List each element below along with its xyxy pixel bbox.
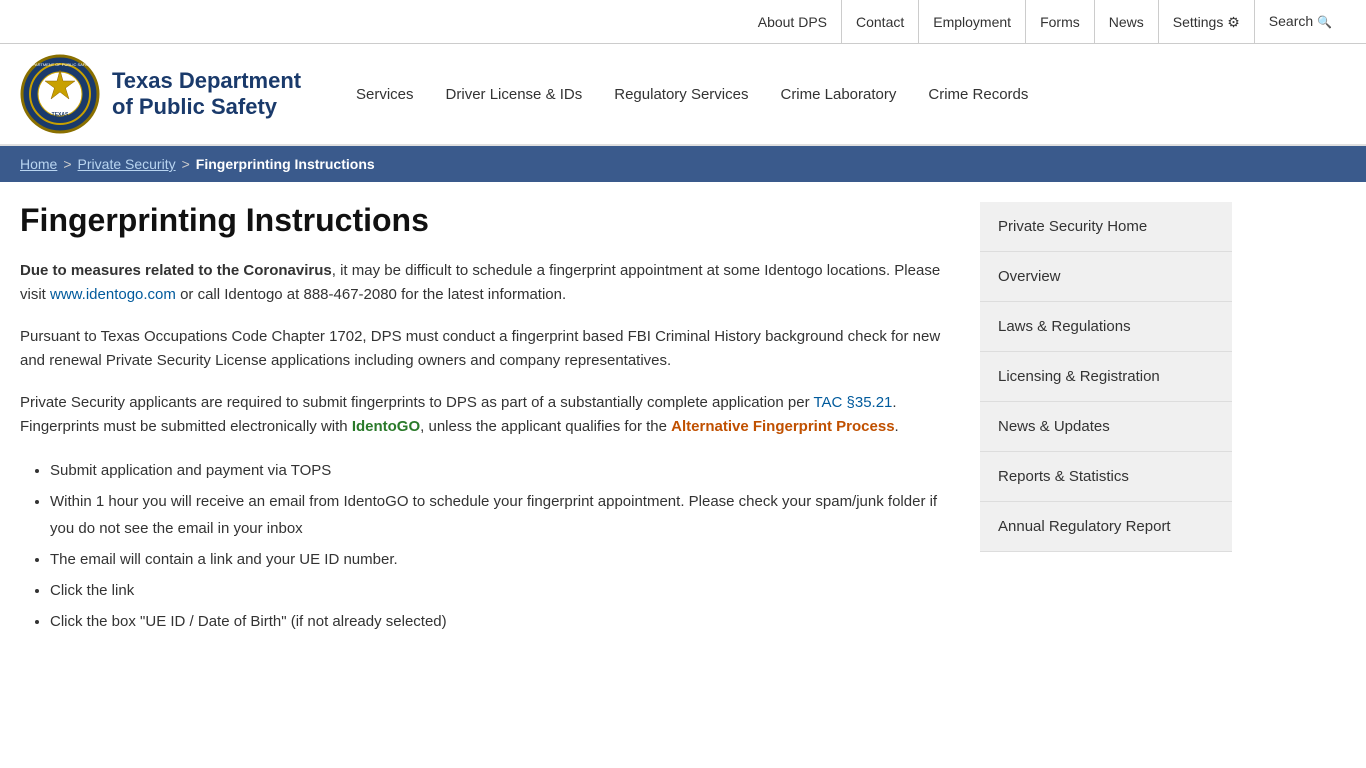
settings-label: Settings [1173,14,1224,30]
nav-crime-laboratory[interactable]: Crime Laboratory [764,76,912,113]
paragraph-3: Private Security applicants are required… [20,391,950,439]
para3-after: , unless the applicant qualifies for the [420,418,671,435]
employment-link[interactable]: Employment [919,0,1026,44]
svg-text:TEXAS: TEXAS [52,112,69,118]
list-item: Submit application and payment via TOPS [50,457,950,484]
list-item: The email will contain a link and your U… [50,546,950,573]
sidebar: Private Security Home Overview Laws & Re… [980,202,1232,639]
nav-driver-license[interactable]: Driver License & IDs [430,76,599,113]
top-bar: About DPS Contact Employment Forms News … [0,0,1366,44]
news-link[interactable]: News [1095,0,1159,44]
para1-bold: Due to measures related to the Coronavir… [20,262,332,279]
sidebar-item-news-updates[interactable]: News & Updates [980,402,1232,452]
list-item: Click the box "UE ID / Date of Birth" (i… [50,608,950,635]
breadcrumb: Home > Private Security > Fingerprinting… [0,146,1366,182]
search-icon [1317,13,1332,29]
search-label: Search [1269,13,1313,29]
breadcrumb-private-security[interactable]: Private Security [78,156,176,172]
list-item: Within 1 hour you will receive an email … [50,488,950,542]
breadcrumb-sep-1: > [63,156,71,172]
nav-services[interactable]: Services [340,76,430,113]
forms-link[interactable]: Forms [1026,0,1095,44]
page-title: Fingerprinting Instructions [20,202,950,239]
org-name: Texas Department of Public Safety [112,68,301,121]
contact-link[interactable]: Contact [842,0,919,44]
dps-seal: TEXAS DEPARTMENT OF PUBLIC SAFETY [20,54,100,134]
bullet-list: Submit application and payment via TOPS … [50,457,950,635]
sidebar-item-private-security-home[interactable]: Private Security Home [980,202,1232,252]
sidebar-item-reports-statistics[interactable]: Reports & Statistics [980,452,1232,502]
tac-link[interactable]: TAC §35.21 [813,394,892,411]
sidebar-item-laws-regulations[interactable]: Laws & Regulations [980,302,1232,352]
breadcrumb-sep-2: > [182,156,190,172]
search-link[interactable]: Search [1255,0,1346,44]
breadcrumb-current: Fingerprinting Instructions [196,156,375,172]
identogo-link2[interactable]: IdentoGO [352,418,420,435]
content-area: Fingerprinting Instructions Due to measu… [0,182,1366,659]
nav-crime-records[interactable]: Crime Records [912,76,1044,113]
sidebar-item-annual-regulatory-report[interactable]: Annual Regulatory Report [980,502,1232,552]
list-item: Click the link [50,577,950,604]
identogo-link[interactable]: www.identogo.com [50,286,176,303]
header: TEXAS DEPARTMENT OF PUBLIC SAFETY Texas … [0,44,1366,146]
svg-text:DEPARTMENT OF PUBLIC SAFETY: DEPARTMENT OF PUBLIC SAFETY [27,62,93,67]
paragraph-1: Due to measures related to the Coronavir… [20,259,950,307]
nav-regulatory-services[interactable]: Regulatory Services [598,76,764,113]
sidebar-item-overview[interactable]: Overview [980,252,1232,302]
para3-before: Private Security applicants are required… [20,394,813,411]
breadcrumb-home[interactable]: Home [20,156,57,172]
paragraph-2: Pursuant to Texas Occupations Code Chapt… [20,325,950,373]
logo-area: TEXAS DEPARTMENT OF PUBLIC SAFETY Texas … [20,54,320,134]
sidebar-item-licensing-registration[interactable]: Licensing & Registration [980,352,1232,402]
settings-link[interactable]: Settings [1159,0,1255,44]
para3-end: . [895,418,899,435]
about-dps-link[interactable]: About DPS [744,0,842,44]
alt-fingerprint-link[interactable]: Alternative Fingerprint Process [671,418,894,435]
para1-after-link: or call Identogo at 888-467-2080 for the… [176,286,566,303]
main-content: Fingerprinting Instructions Due to measu… [20,202,980,639]
main-nav: Services Driver License & IDs Regulatory… [340,76,1346,113]
gear-icon [1227,14,1240,30]
